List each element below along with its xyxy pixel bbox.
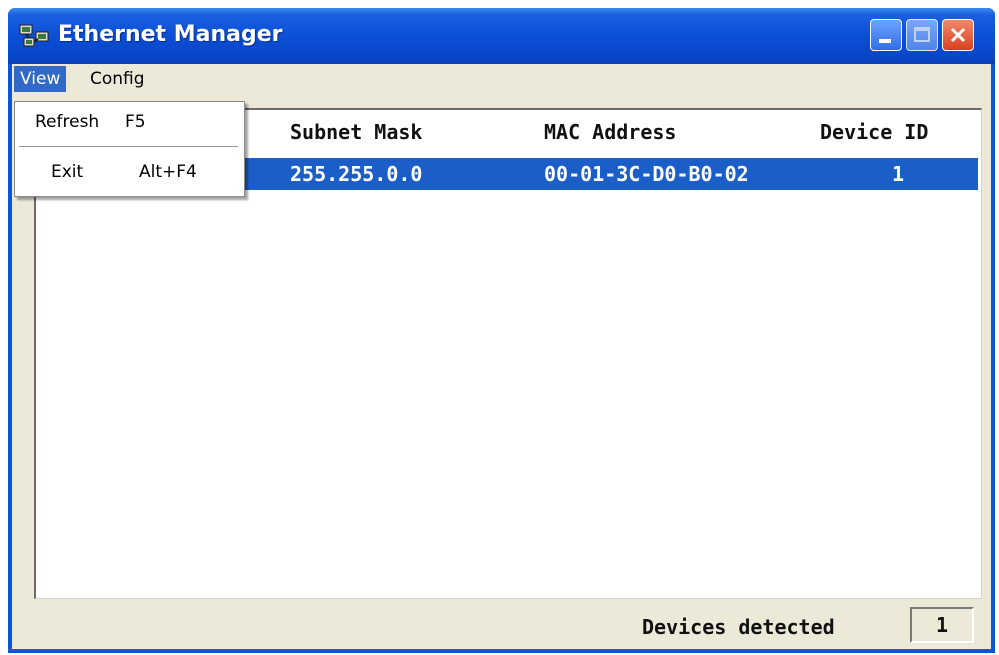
- menu-config[interactable]: Config: [84, 66, 151, 92]
- menu-item-exit[interactable]: Exit Alt+F4: [15, 158, 244, 190]
- column-header-subnet-mask[interactable]: Subnet Mask: [290, 120, 422, 144]
- maximize-button[interactable]: [906, 19, 938, 51]
- menu-item-shortcut: F5: [125, 112, 146, 132]
- close-button[interactable]: [942, 19, 974, 51]
- status-bar: Devices detected 1: [34, 602, 979, 647]
- title-bar[interactable]: Ethernet Manager: [8, 8, 995, 64]
- column-header-mac-address[interactable]: MAC Address: [544, 120, 676, 144]
- minimize-button[interactable]: [870, 19, 902, 51]
- menu-item-shortcut: Alt+F4: [139, 162, 197, 182]
- close-icon: [950, 27, 966, 43]
- window-title: Ethernet Manager: [58, 22, 283, 47]
- menu-item-label: Refresh: [35, 112, 100, 132]
- network-computers-icon: [18, 22, 52, 50]
- menu-view[interactable]: View: [14, 66, 67, 92]
- menu-bar: View Config: [12, 64, 991, 94]
- devices-detected-count: 1: [910, 607, 974, 643]
- menu-separator: [19, 146, 238, 148]
- column-header-device-id[interactable]: Device ID: [820, 120, 928, 144]
- menu-item-label: Exit: [51, 162, 84, 182]
- cell-device-id: 1: [892, 162, 905, 186]
- cell-subnet-mask: 255.255.0.0: [290, 162, 423, 186]
- devices-detected-label: Devices detected: [642, 615, 835, 639]
- cell-mac-address: 00-01-3C-D0-B0-02: [544, 162, 749, 186]
- menu-item-refresh[interactable]: Refresh F5: [15, 108, 244, 140]
- view-menu-dropdown: Refresh F5 Exit Alt+F4: [14, 101, 245, 197]
